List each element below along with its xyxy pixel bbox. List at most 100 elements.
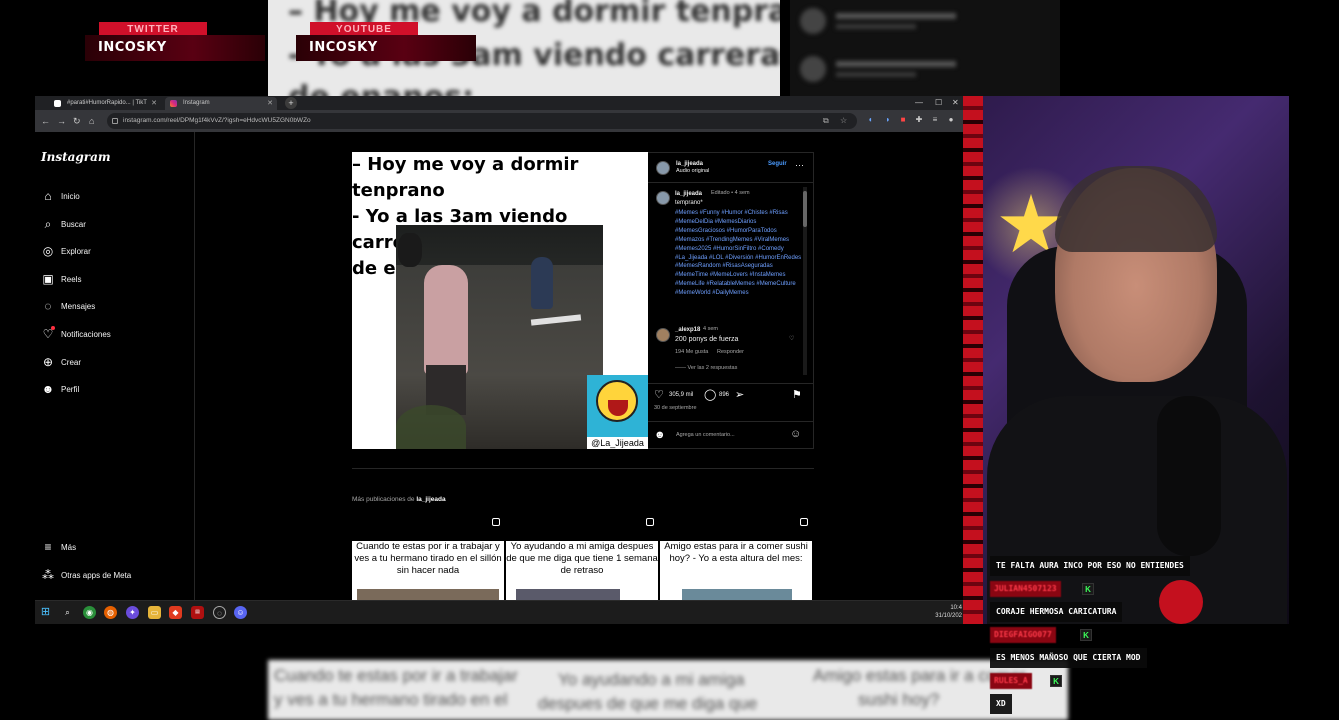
post-actions: ♡ 305,9 mil ◯ 896 ➢ ⚑ 30 de septiembre (648, 383, 814, 413)
post-date: 30 de septiembre (654, 405, 697, 411)
comment-user[interactable]: _alexp18 (675, 326, 700, 334)
desc-author[interactable]: la_jijeada (675, 190, 702, 198)
background-comment-row (800, 8, 1050, 36)
tab-strip: #parati#HumorRapido... | TikT ✕ Instagra… (35, 96, 964, 110)
sidebar-item-crear[interactable]: ⊕ Crear (41, 353, 191, 373)
sidebar-item-perfil[interactable]: ☻ Perfil (41, 380, 191, 400)
share-icon[interactable]: ➢ (735, 388, 744, 401)
close-tab-icon[interactable]: ✕ (267, 97, 273, 110)
author-name[interactable]: la_jijeada (676, 160, 703, 168)
install-app-icon[interactable]: ⧉ (823, 113, 829, 129)
maximize-button[interactable]: ☐ (935, 96, 942, 110)
sidebar-item-explorar[interactable]: ◎ Explorar (41, 242, 191, 262)
instagram-favicon-icon (170, 100, 177, 107)
close-window-button[interactable]: ✕ (952, 96, 959, 110)
video-plant (396, 405, 466, 449)
comment-like-icon[interactable]: ♡ (789, 335, 794, 343)
media-icon[interactable]: ≡ (929, 114, 941, 126)
video-figure (531, 257, 553, 309)
system-clock[interactable]: 10:4 31/10/202 (935, 604, 962, 620)
more-post-thumb[interactable]: Cuando te estas por ir a trabajar y ves … (352, 541, 504, 601)
more-post-thumb[interactable]: Amigo estas para ir a comer sushi hoy? -… (660, 541, 812, 601)
clock-date: 31/10/202 (935, 613, 962, 619)
reload-icon[interactable]: ↻ (73, 114, 81, 128)
extension-icon[interactable]: ◐ (865, 114, 877, 126)
compass-icon: ◎ (42, 244, 54, 258)
tab-instagram[interactable]: Instagram ✕ (165, 97, 277, 110)
firefox-icon[interactable]: ◍ (104, 606, 117, 619)
follow-button[interactable]: Seguir (768, 160, 787, 168)
chat-message: TE FALTA AURA INCO POR ESO NO ENTIENDES (990, 556, 1190, 576)
forward-icon[interactable]: → (57, 114, 66, 128)
url-input[interactable]: instagram.com/reel/DPMg1f4kVvZ/?igsh=eHd… (107, 113, 857, 129)
emoji-icon[interactable]: ☺ (790, 428, 801, 440)
bookmark-star-icon[interactable]: ☆ (840, 113, 847, 129)
extension-icon[interactable]: ■ (897, 114, 909, 126)
app-icon[interactable]: ▤ (191, 606, 204, 619)
sidebar-item-label: Notificaciones (61, 330, 111, 339)
sidebar-item-notificaciones[interactable]: ♡ Notificaciones (41, 325, 191, 345)
close-tab-icon[interactable]: ✕ (151, 97, 157, 110)
audio-label[interactable]: Audio original (676, 168, 709, 175)
instagram-logo[interactable]: Instagram (41, 150, 111, 164)
minimize-button[interactable]: — (915, 96, 923, 110)
sidebar-item-label: Explorar (61, 247, 91, 256)
sidebar-item-mensajes[interactable]: ◌ Mensajes (41, 297, 191, 317)
windows-start-icon[interactable]: ⊞ (39, 606, 52, 619)
new-tab-button[interactable]: + (285, 97, 297, 109)
extensions-puzzle-icon[interactable]: ✚ (913, 114, 925, 126)
obs-icon[interactable]: ◌ (213, 606, 226, 619)
site-info-icon[interactable] (112, 118, 118, 124)
sidebar-item-buscar[interactable]: ⌕ Buscar (41, 215, 191, 235)
chrome-icon[interactable]: ◉ (83, 606, 96, 619)
reel-media[interactable]: – Hoy me voy a dormir tenprano - Yo a la… (352, 152, 648, 449)
extension-icon[interactable]: ◑ (881, 114, 893, 126)
github-icon[interactable]: ● (945, 114, 957, 126)
tab-tiktok[interactable]: #parati#HumorRapido... | TikT ✕ (49, 97, 161, 110)
chat-badge-icon: K (1082, 583, 1094, 595)
instagram-sidebar: Instagram ⌂ Inicio ⌕ Buscar ◎ Explorar ▣… (35, 132, 195, 600)
windows-taskbar: ⊞ ⌕ ◉ ◍ ✦ ▭ ◆ ▤ ◌ ☺ 10:4 31/10/202 (35, 600, 964, 624)
address-bar: ← → ↻ ⌂ instagram.com/reel/DPMg1f4kVvZ/?… (35, 110, 964, 132)
reply-button[interactable]: Responder (717, 349, 744, 356)
comment-likes[interactable]: 194 Me gusta (675, 349, 708, 356)
author-avatar[interactable] (656, 161, 670, 175)
comment-icon[interactable]: ◯ (704, 388, 716, 401)
sidebar-item-label: Mensajes (61, 302, 96, 311)
reels-icon: ▣ (42, 272, 54, 286)
back-icon[interactable]: ← (41, 114, 50, 128)
view-replies[interactable]: —— Ver las 2 respuestas (675, 365, 737, 372)
author-avatar[interactable] (656, 191, 670, 205)
background-comment-row (800, 56, 1050, 84)
sidebar-item-mas[interactable]: ≡ Más (41, 538, 191, 558)
comment-input[interactable]: Agrega un comentario... (676, 432, 735, 439)
comment-composer: ☻ Agrega un comentario... ☺ (648, 421, 814, 449)
badge-handle: INCOSKY (85, 35, 265, 61)
comments-scrollbar[interactable] (803, 187, 807, 375)
commenter-avatar[interactable] (656, 328, 670, 342)
tiktok-icon (54, 100, 61, 107)
tab-title: #parati#HumorRapido... | TikT (67, 100, 147, 106)
copilot-icon[interactable]: ✦ (126, 606, 139, 619)
chat-username: RULES_A (990, 673, 1032, 689)
more-posts-author[interactable]: la_jijeada (416, 496, 445, 503)
sidebar-item-reels[interactable]: ▣ Reels (41, 270, 191, 290)
more-posts-prefix: Más publicaciones de (352, 496, 415, 503)
like-icon[interactable]: ♡ (654, 388, 664, 401)
like-count[interactable]: 305,9 mil (669, 391, 693, 399)
search-icon[interactable]: ⌕ (61, 606, 74, 619)
clock-time: 10:4 (950, 605, 962, 611)
video-figure (398, 233, 422, 267)
post-details-panel: la_jijeada Audio original Seguir ⋯ la_ji… (648, 152, 814, 449)
more-options-icon[interactable]: ⋯ (795, 161, 804, 170)
file-explorer-icon[interactable]: ▭ (148, 606, 161, 619)
sidebar-item-inicio[interactable]: ⌂ Inicio (41, 187, 191, 207)
sidebar-item-otras-apps[interactable]: ⁂ Otras apps de Meta (41, 566, 191, 586)
reel-video[interactable] (396, 225, 603, 449)
hashtags[interactable]: #Memes #Funny #Humor #Chistes #Risas #Me… (675, 209, 805, 298)
brave-icon[interactable]: ◆ (169, 606, 182, 619)
discord-icon[interactable]: ☺ (234, 606, 247, 619)
save-bookmark-icon[interactable]: ⚑ (792, 388, 802, 401)
home-browser-icon[interactable]: ⌂ (89, 114, 94, 128)
more-post-thumb[interactable]: Yo ayudando a mi amiga despues de que me… (506, 541, 658, 601)
